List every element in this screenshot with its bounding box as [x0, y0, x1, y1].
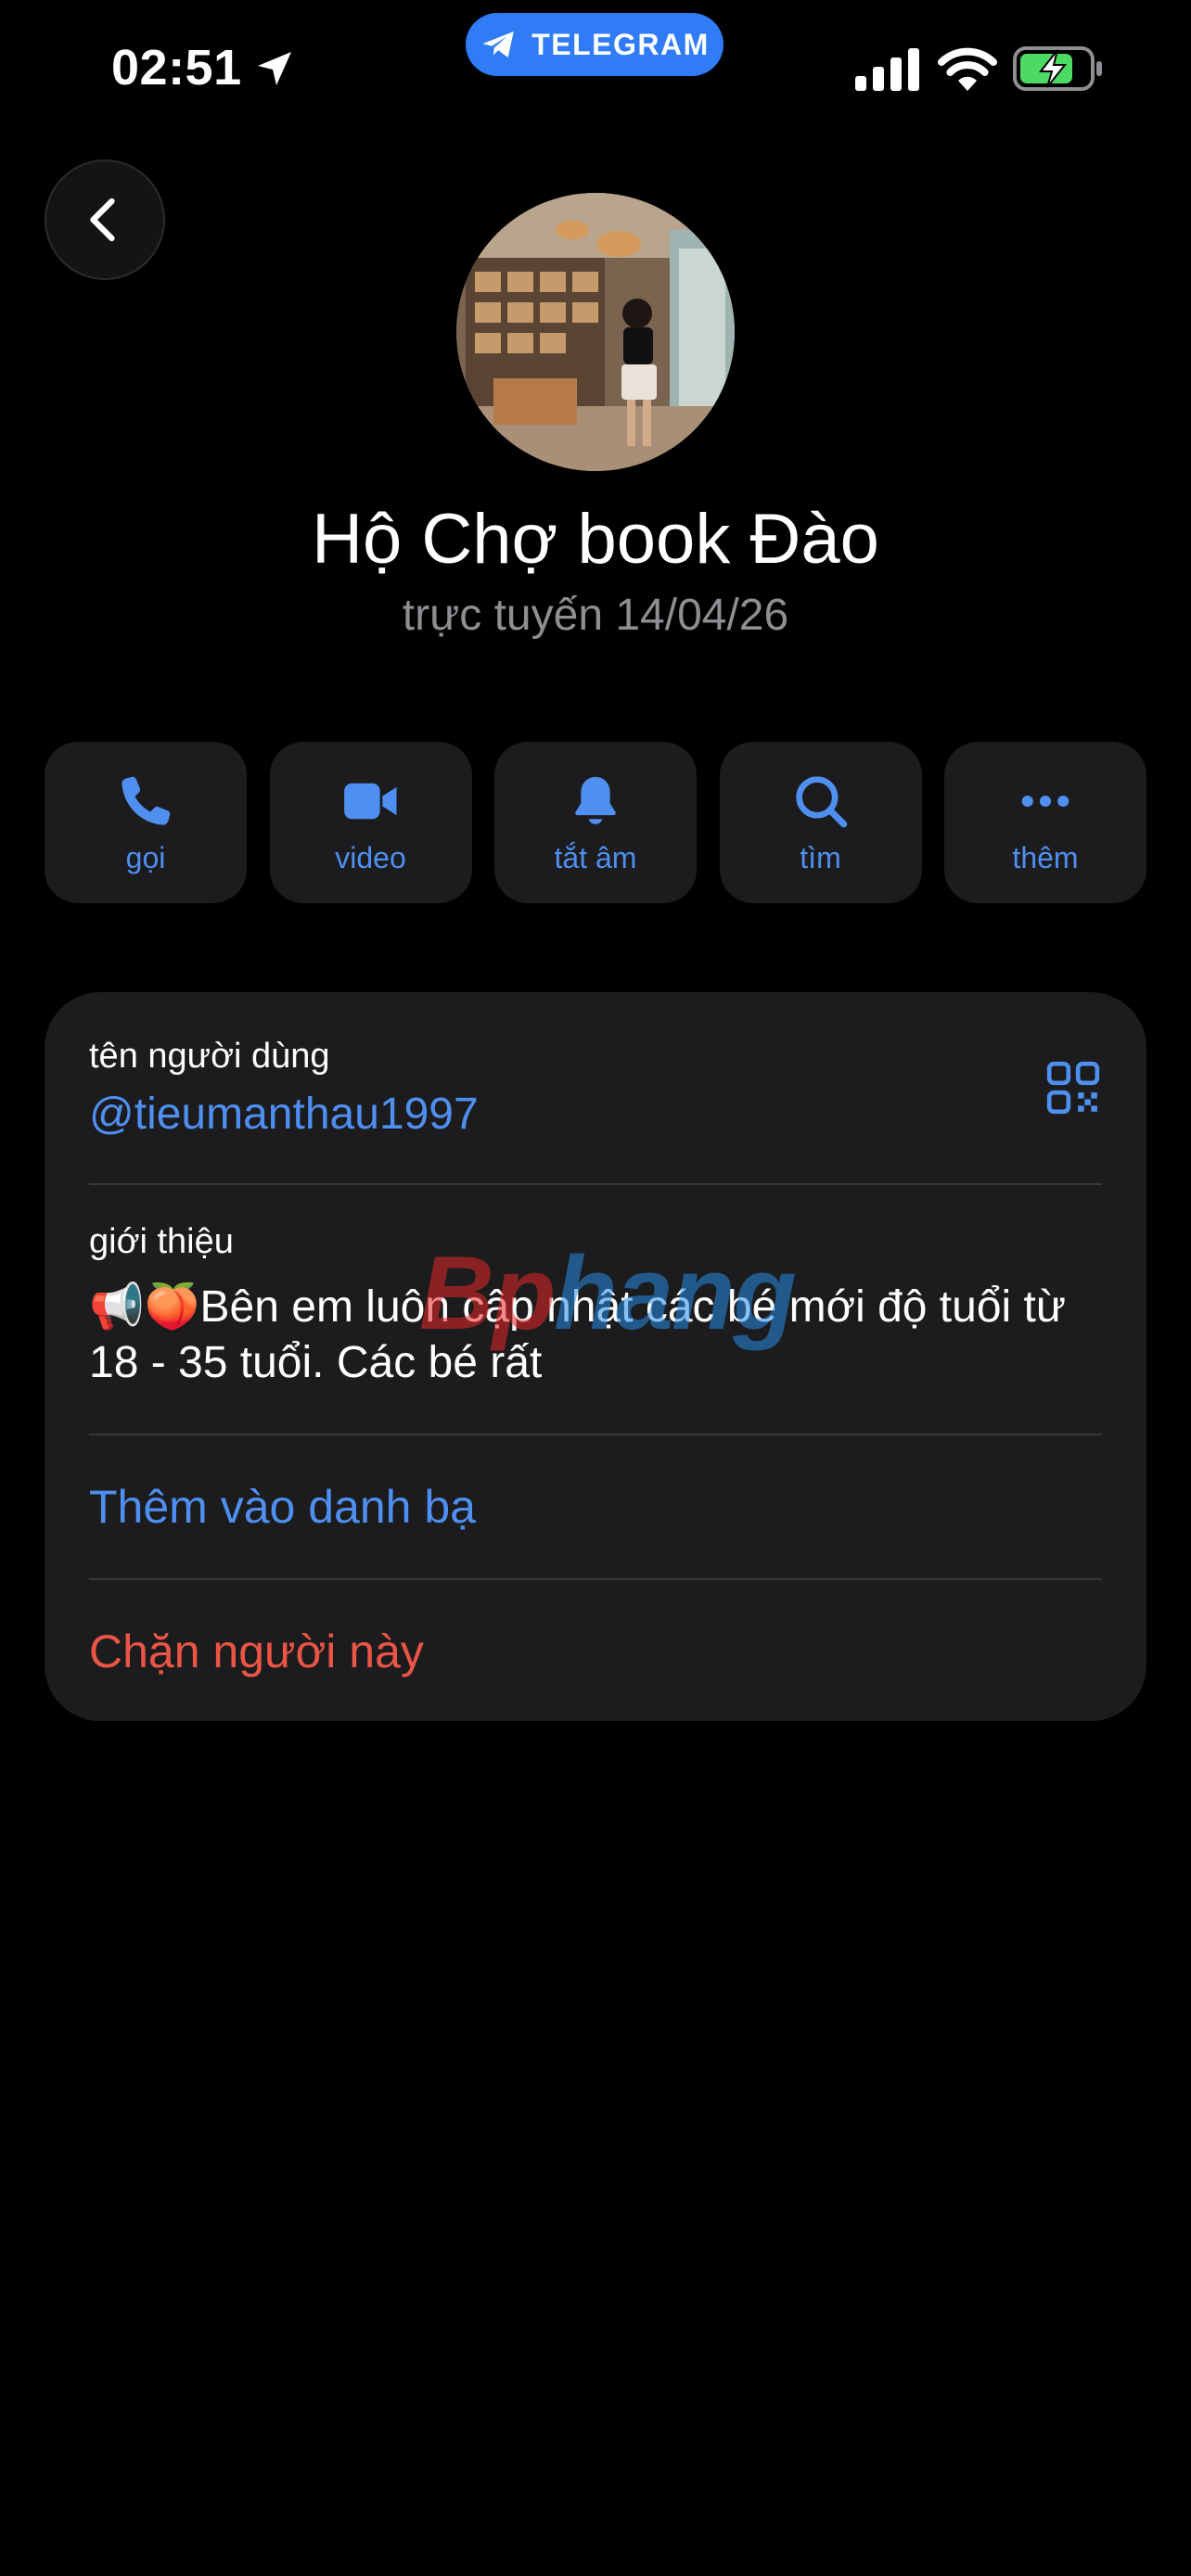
action-bar: gọi video tắt âm tìm thêm: [45, 742, 1146, 903]
search-button[interactable]: tìm: [719, 742, 922, 903]
chevron-left-icon: [90, 198, 115, 242]
video-camera-icon: [343, 783, 396, 819]
telegram-icon: [482, 32, 514, 57]
call-button-label: gọi: [125, 840, 166, 874]
more-dots-icon: [1021, 795, 1069, 807]
search-icon: [795, 775, 847, 827]
block-user-row[interactable]: Chặn người này: [89, 1578, 1102, 1721]
bio-label: giới thiệu: [89, 1222, 234, 1261]
video-button-label: video: [335, 840, 406, 874]
bio-text: 📢🍑Bên em luôn cập nhật các bé mới độ tuổ…: [89, 1282, 1066, 1387]
block-user-label: Chặn người này: [89, 1626, 424, 1677]
signal-icon: [855, 48, 919, 91]
phone-icon: [122, 776, 171, 825]
username-value[interactable]: @tieumanthau1997: [89, 1089, 479, 1140]
profile-name: Hộ Chợ book Đào: [312, 500, 879, 579]
search-button-label: tìm: [800, 840, 841, 874]
profile-status: trực tuyến 14/04/26: [402, 591, 789, 640]
more-button-label: thêm: [1012, 840, 1079, 874]
mute-button-label: tắt âm: [554, 840, 637, 874]
username-label: tên người dùng: [89, 1037, 330, 1076]
status-time: 02:51: [111, 40, 242, 96]
avatar[interactable]: [456, 193, 735, 471]
status-bar: 02:51 TELEGRAM: [0, 0, 1191, 139]
video-button[interactable]: video: [269, 742, 472, 903]
wifi-icon: [938, 47, 997, 91]
mute-button[interactable]: tắt âm: [494, 742, 697, 903]
back-button[interactable]: [45, 159, 165, 280]
qr-code-icon[interactable]: [1044, 1059, 1102, 1116]
add-contact-row[interactable]: Thêm vào danh bạ: [89, 1434, 1102, 1580]
info-card: tên người dùng @tieumanthau1997 giới thi…: [45, 992, 1146, 1721]
avatar-photo: [456, 193, 735, 471]
more-button[interactable]: thêm: [944, 742, 1146, 903]
call-button[interactable]: gọi: [45, 742, 247, 903]
telegram-pill[interactable]: TELEGRAM: [466, 13, 724, 76]
bio-row[interactable]: giới thiệu 📢🍑Bên em luôn cập nhật các bé…: [89, 1183, 1102, 1435]
add-contact-label: Thêm vào danh bạ: [89, 1481, 476, 1533]
telegram-pill-label: TELEGRAM: [531, 27, 710, 61]
location-arrow-icon: [258, 52, 291, 85]
battery-charging-icon: [1013, 46, 1102, 91]
username-row[interactable]: tên người dùng @tieumanthau1997: [89, 992, 1102, 1185]
bell-icon: [575, 776, 616, 824]
